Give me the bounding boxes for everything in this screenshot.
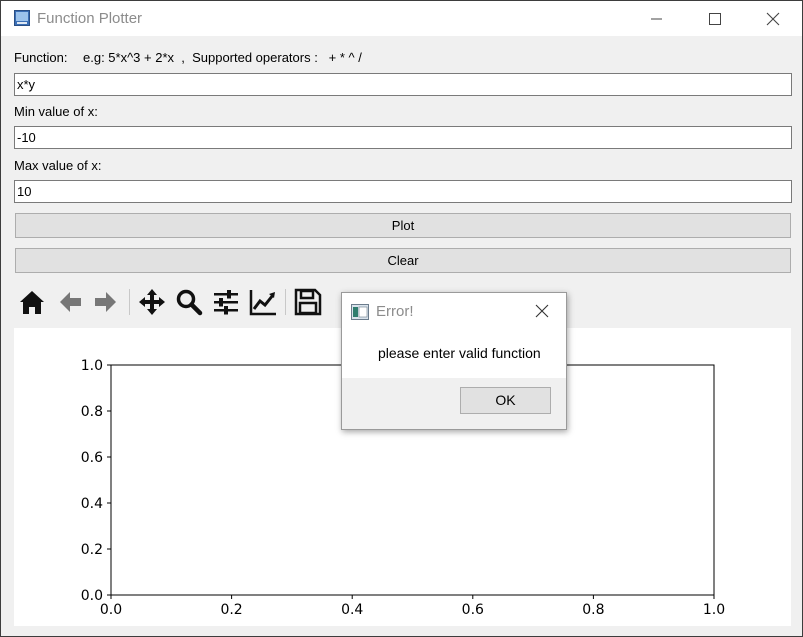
minimize-icon [651,18,662,20]
function-label: Function: [14,50,68,65]
forward-button[interactable] [89,285,123,319]
y-tick-label: 1.0 [81,358,103,374]
app-icon [14,10,30,26]
forward-icon [95,292,116,312]
plot-toolbar [15,285,345,319]
plot-button[interactable]: Plot [15,213,791,238]
maximize-button[interactable] [686,1,744,36]
x-tick-label: 0.2 [220,602,242,618]
close-button[interactable] [744,1,802,36]
customize-icon [249,290,276,316]
toolbar-separator [129,289,130,315]
window-title: Function Plotter [37,10,143,27]
error-dialog-title: Error! [376,303,414,320]
x-tick-label: 0.4 [341,602,363,618]
function-input[interactable]: x*y [14,73,792,96]
close-icon [766,12,780,26]
zoom-icon [176,289,203,316]
error-dialog-body: Error! please enter valid function [342,293,566,378]
min-x-label: Min value of x: [14,104,98,119]
y-tick-label: 0.0 [81,588,103,604]
x-tick-label: 1.0 [703,602,725,618]
y-tick-label: 0.8 [81,404,103,420]
toolbar-separator [285,289,286,315]
function-hint: e.g: 5*x^3 + 2*x , Supported operators :… [83,50,362,65]
close-icon[interactable] [534,303,550,319]
x-tick-label: 0.0 [100,602,122,618]
max-x-label: Max value of x: [14,158,102,173]
dialog-app-icon [351,304,369,320]
home-icon [20,291,44,314]
y-tick-label: 0.6 [81,450,103,466]
ok-button[interactable]: OK [460,387,551,414]
maximize-icon [709,13,721,25]
zoom-button[interactable] [172,285,206,319]
y-tick-label: 0.2 [81,542,103,558]
customize-button[interactable] [246,285,280,319]
title-bar[interactable]: Function Plotter [1,1,802,36]
subplots-icon [214,290,238,315]
min-x-input[interactable]: -10 [14,126,792,149]
x-tick-label: 0.6 [462,602,484,618]
subplots-button[interactable] [209,285,243,319]
error-dialog: Error! please enter valid function OK [341,292,567,430]
function-plotter-window: Function Plotter Function: e.g: 5*x^3 + … [0,0,803,637]
error-message: please enter valid function [378,345,541,361]
back-button[interactable] [53,285,87,319]
x-tick-label: 0.8 [582,602,604,618]
max-x-input[interactable]: 10 [14,180,792,203]
save-button[interactable] [291,285,325,319]
save-icon [294,288,322,316]
clear-button[interactable]: Clear [15,248,791,273]
back-icon [60,292,81,312]
minimize-button[interactable] [628,1,686,36]
pan-icon [139,289,165,315]
home-button[interactable] [15,285,49,319]
y-tick-label: 0.4 [81,496,103,512]
pan-button[interactable] [135,285,169,319]
